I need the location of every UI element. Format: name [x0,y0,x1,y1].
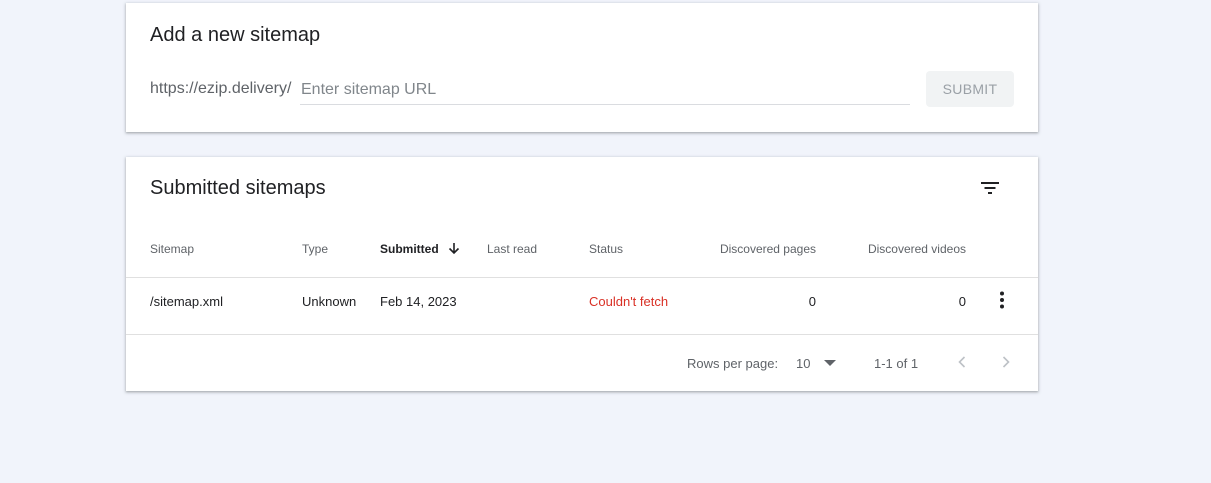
arrow-drop-down-icon [824,360,837,366]
next-page-button[interactable] [994,350,1018,374]
row-more-button[interactable] [992,287,1012,313]
cell-discovered-videos: 0 [958,294,966,309]
col-header-submitted[interactable]: Submitted [380,242,460,256]
col-header-status[interactable]: Status [589,242,623,256]
submit-button[interactable]: SUBMIT [926,71,1014,107]
col-header-discovered-videos[interactable]: Discovered videos [836,242,966,256]
add-sitemap-card: Add a new sitemap https://ezip.delivery/… [126,3,1038,132]
more-vert-icon [1000,291,1004,309]
chevron-right-icon [1002,356,1010,368]
pagination-range: 1-1 of 1 [874,356,919,371]
submitted-sitemaps-card: Submitted sitemaps Sitemap Type Submitte… [126,157,1038,391]
header-divider [126,277,1038,278]
cell-sitemap: /sitemap.xml [150,294,223,309]
cell-type: Unknown [302,294,357,309]
prev-page-button[interactable] [950,350,974,374]
cell-discovered-pages: 0 [808,294,816,309]
cell-submitted: Feb 14, 2023 [380,294,457,309]
arrow-downward-icon [448,243,460,255]
submitted-sitemaps-title: Submitted sitemaps [150,177,326,199]
col-header-discovered-pages[interactable]: Discovered pages [686,242,816,256]
sitemap-url-prefix: https://ezip.delivery/ [150,80,292,97]
col-header-submitted-label: Submitted [380,242,439,256]
add-sitemap-title: Add a new sitemap [150,24,321,46]
col-header-type[interactable]: Type [302,242,328,256]
rows-per-page-value: 10 [796,355,811,371]
rows-per-page-select[interactable]: 10 [796,352,840,374]
col-header-last-read[interactable]: Last read [487,242,537,256]
status-badge: Couldn't fetch [589,294,669,309]
rows-per-page-label: Rows per page: [687,356,779,371]
sitemap-url-input[interactable] [300,78,910,105]
row-divider [126,334,1038,335]
filter-button[interactable] [976,174,1004,202]
filter-icon [981,182,999,194]
col-header-sitemap[interactable]: Sitemap [150,242,194,256]
chevron-left-icon [958,356,966,368]
